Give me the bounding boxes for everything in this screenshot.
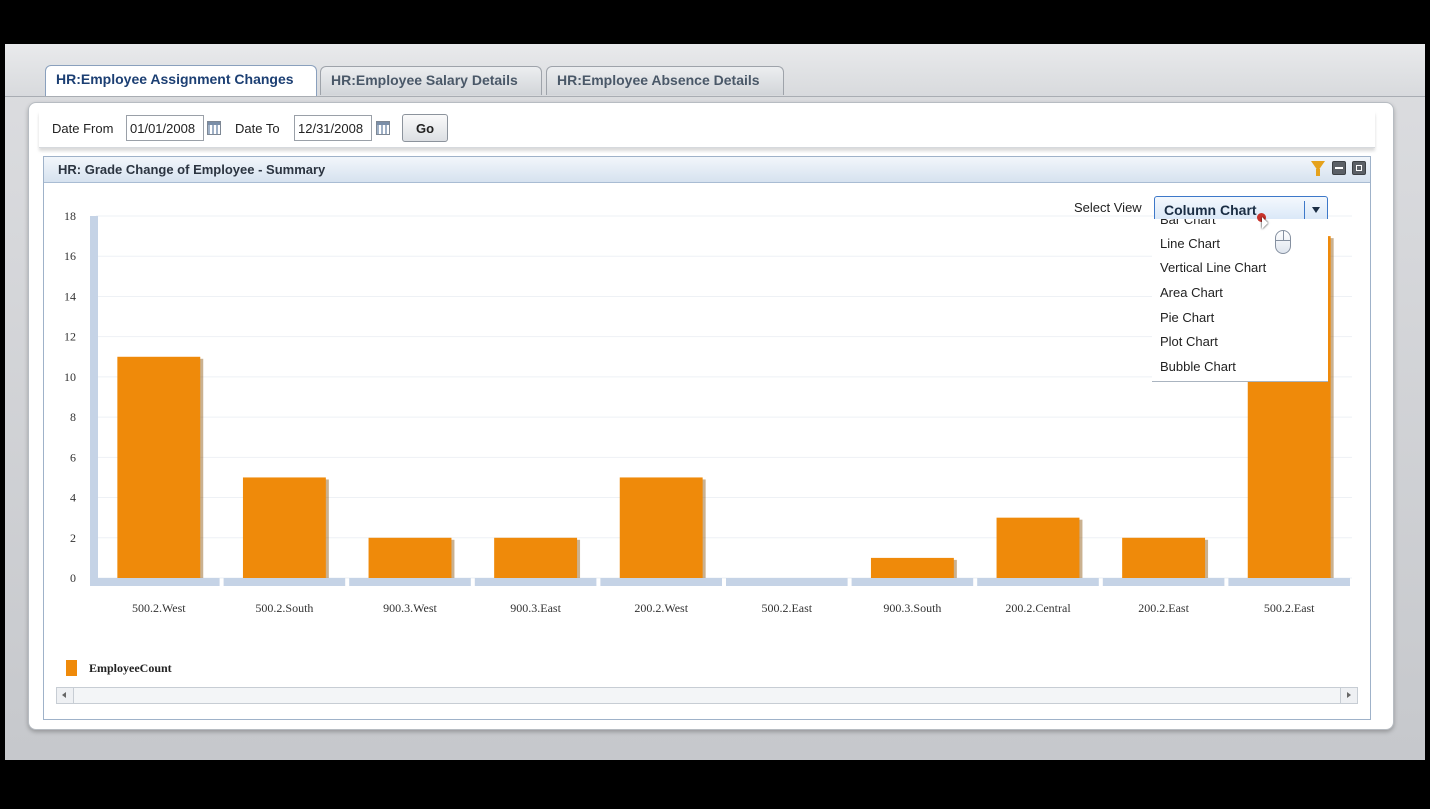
bar	[996, 517, 1080, 578]
app-window: HR:Employee Assignment Changes HR:Employ…	[5, 44, 1425, 760]
bar	[117, 356, 201, 578]
y-tick-label: 10	[64, 370, 76, 384]
bar	[494, 537, 578, 578]
report-panel: Date From Date To Go HR: Grade Change of…	[28, 102, 1394, 730]
scroll-right-icon[interactable]	[1340, 688, 1357, 703]
x-tick-label: 200.2.East	[1138, 601, 1189, 615]
x-axis-segment	[851, 578, 974, 586]
x-tick-label: 900.3.West	[383, 601, 437, 615]
date-to-label: Date To	[235, 121, 280, 136]
legend-label: EmployeeCount	[89, 661, 172, 675]
y-tick-label: 2	[70, 531, 76, 545]
option-bar-chart[interactable]: Bar Chart	[1160, 219, 1216, 227]
x-axis-segment	[98, 578, 220, 586]
chevron-down-icon[interactable]	[1312, 207, 1320, 213]
option-plot-chart[interactable]: Plot Chart	[1160, 334, 1218, 349]
option-pie-chart[interactable]: Pie Chart	[1160, 310, 1214, 325]
legend-swatch	[66, 660, 77, 676]
x-tick-label: 500.2.West	[132, 601, 186, 615]
scroll-left-icon[interactable]	[57, 688, 74, 703]
filter-bar: Date From Date To Go	[39, 111, 1375, 148]
y-axis	[90, 216, 98, 586]
select-view-value: Column Chart	[1164, 202, 1257, 218]
y-tick-label: 6	[70, 450, 76, 464]
x-tick-label: 200.2.Central	[1005, 601, 1071, 615]
calendar-icon[interactable]	[376, 121, 390, 135]
x-tick-label: 500.2.East	[761, 601, 812, 615]
date-to-input[interactable]	[294, 115, 372, 141]
mouse-icon	[1275, 230, 1291, 254]
y-tick-label: 14	[64, 289, 76, 303]
select-view-label: Select View	[1074, 200, 1142, 215]
bar	[619, 477, 703, 578]
horizontal-scrollbar[interactable]	[56, 687, 1358, 704]
calendar-icon[interactable]	[207, 121, 221, 135]
date-from-label: Date From	[52, 121, 114, 136]
bar	[368, 537, 452, 578]
x-tick-label: 900.3.East	[510, 601, 561, 615]
y-tick-label: 0	[70, 571, 76, 585]
x-axis-segment	[223, 578, 346, 586]
tab-employee-salary-details[interactable]: HR:Employee Salary Details	[320, 66, 542, 95]
option-vertical-line-chart[interactable]: Vertical Line Chart	[1160, 260, 1266, 275]
y-tick-label: 18	[64, 209, 76, 223]
option-area-chart[interactable]: Area Chart	[1160, 285, 1223, 300]
tab-bar: HR:Employee Assignment Changes HR:Employ…	[5, 44, 1425, 97]
x-axis-segment	[726, 578, 848, 586]
x-axis-segment	[600, 578, 722, 586]
x-axis-segment	[977, 578, 1099, 586]
x-axis-segment	[1102, 578, 1225, 586]
option-bubble-chart[interactable]: Bubble Chart	[1160, 359, 1236, 374]
x-tick-label: 200.2.West	[634, 601, 688, 615]
x-tick-label: 500.2.South	[255, 601, 313, 615]
date-from-input[interactable]	[126, 115, 204, 141]
y-tick-label: 8	[70, 410, 76, 424]
y-tick-label: 12	[64, 330, 76, 344]
tab-employee-absence-details[interactable]: HR:Employee Absence Details	[546, 66, 784, 95]
x-axis-segment	[474, 578, 597, 586]
y-tick-label: 4	[70, 491, 76, 505]
select-view-options: Bar Chart Line Chart Vertical Line Chart…	[1152, 219, 1328, 382]
x-tick-label: 500.2.East	[1264, 601, 1315, 615]
x-axis-segment	[349, 578, 471, 586]
bar	[870, 557, 954, 578]
option-line-chart[interactable]: Line Chart	[1160, 236, 1220, 251]
x-axis-segment	[1228, 578, 1350, 586]
bar	[242, 477, 326, 578]
go-button[interactable]: Go	[402, 114, 448, 142]
cursor-icon	[1262, 217, 1268, 229]
y-tick-label: 16	[64, 249, 76, 263]
select-separator	[1304, 201, 1305, 219]
chart-panel: HR: Grade Change of Employee - Summary 0…	[43, 156, 1371, 720]
tab-employee-assignment-changes[interactable]: HR:Employee Assignment Changes	[45, 65, 317, 96]
x-tick-label: 900.3.South	[883, 601, 941, 615]
bar	[1122, 537, 1206, 578]
